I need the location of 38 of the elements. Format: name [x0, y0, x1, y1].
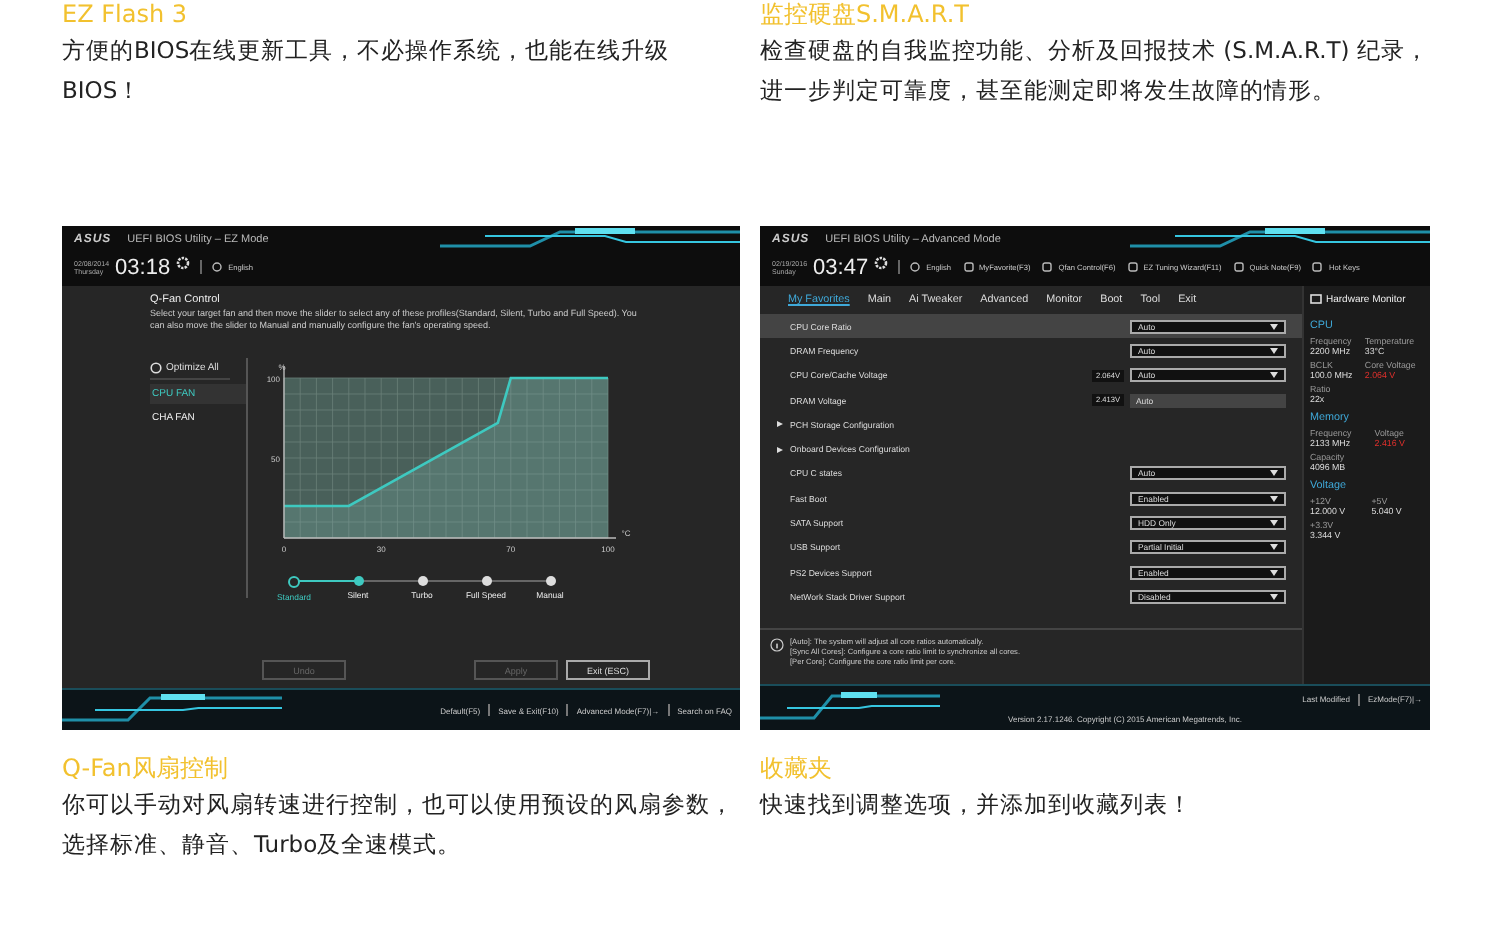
profile-stop[interactable] — [481, 575, 491, 585]
feature-description: 检查硬盘的自我监控功能、分析及回报技术 (S.M.A.R.T) 纪录，进一步判定可靠度，甚至能测定即将发生故障的情形。 — [760, 34, 1431, 108]
toolbar-glyph-icon — [963, 262, 974, 272]
toolbar-glyph-icon — [1233, 262, 1244, 272]
caret-down-icon — [1270, 347, 1278, 354]
profile-stop[interactable] — [545, 575, 555, 585]
caret-down-icon — [1270, 495, 1278, 502]
caret-down-icon — [1270, 323, 1278, 330]
gear-icon — [176, 255, 191, 269]
fan-icon — [150, 362, 162, 374]
toolbar-glyph-icon — [1312, 262, 1323, 272]
feature-heading: EZ Flash 3 — [62, 0, 190, 30]
globe-icon — [212, 262, 223, 272]
gear-icon — [874, 255, 889, 269]
monitor-icon — [1310, 294, 1322, 304]
feature-heading: Q-Fan风扇控制 — [62, 754, 230, 784]
caret-down-icon — [1270, 470, 1278, 477]
feature-description: 方便的BIOS在线更新工具，不必操作系统，也能在线升级BIOS！ — [62, 34, 672, 108]
clock-time: 03:18 — [115, 255, 171, 279]
caret-down-icon — [1270, 544, 1278, 551]
clock-time: 03:47 — [813, 255, 869, 279]
toolbar-glyph-icon — [1127, 262, 1138, 272]
info-icon — [770, 638, 784, 652]
profile-stop[interactable] — [417, 575, 427, 585]
triangle-right-icon — [776, 445, 784, 454]
globe-icon — [910, 262, 921, 272]
caret-down-icon — [1270, 520, 1278, 527]
triangle-right-icon — [776, 420, 784, 429]
caret-down-icon — [1270, 372, 1278, 379]
caret-down-icon — [1270, 569, 1278, 576]
toolbar-glyph-icon — [1042, 262, 1053, 272]
feature-description: 快速找到调整选项，并添加到收藏列表！ — [760, 788, 1194, 822]
feature-heading: 收藏夹 — [760, 754, 834, 784]
feature-description: 你可以手动对风扇转速进行控制，也可以使用预设的风扇参数，选择标准、静音、Turbo及全速模式。 — [62, 788, 736, 862]
caret-down-icon — [1270, 593, 1278, 600]
feature-heading: 监控硬盘S.M.A.R.T — [760, 0, 971, 30]
profile-stop[interactable] — [288, 575, 300, 587]
profile-stop[interactable] — [353, 575, 363, 585]
